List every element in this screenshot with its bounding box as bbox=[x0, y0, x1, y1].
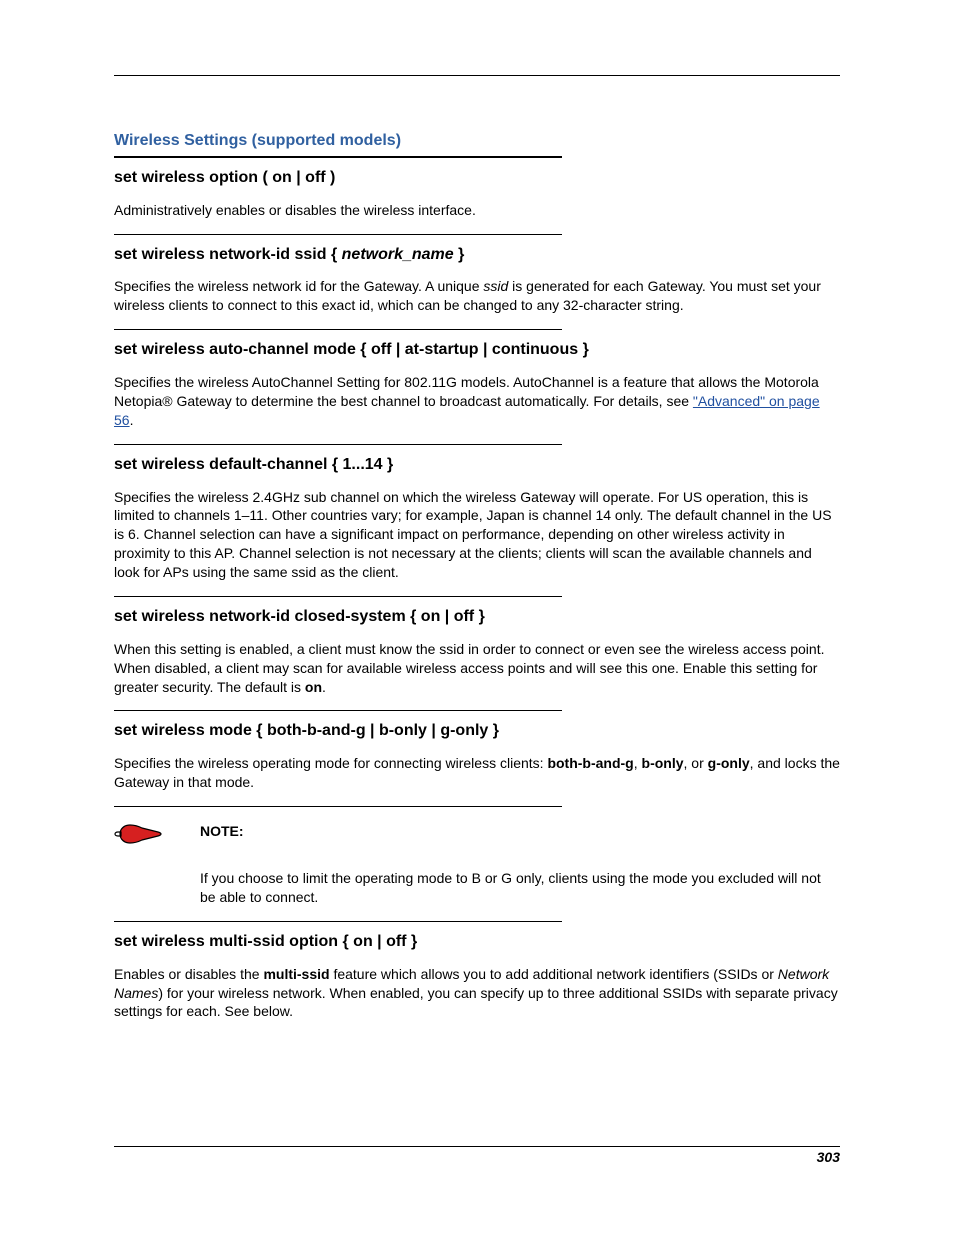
body-text-span: . bbox=[322, 679, 326, 695]
command-heading: set wireless network-id ssid { network_n… bbox=[114, 245, 840, 266]
command-heading: set wireless option ( on | off ) bbox=[114, 168, 840, 189]
heading-text: set wireless network-id closed-system { … bbox=[114, 608, 485, 625]
body-text-span: , or bbox=[684, 755, 708, 771]
heading-text: set wireless mode { both-b-and-g | b-onl… bbox=[114, 722, 499, 739]
body-text-span: ) for your wireless network. When enable… bbox=[114, 985, 838, 1020]
note-label: NOTE: bbox=[200, 823, 840, 839]
body-text-span: b-only bbox=[642, 755, 684, 771]
body-text-span: multi-ssid bbox=[263, 966, 329, 982]
heading-text: set wireless auto-channel mode { off | a… bbox=[114, 341, 589, 358]
body-text-span: Specifies the wireless network id for th… bbox=[114, 278, 483, 294]
command-heading: set wireless auto-channel mode { off | a… bbox=[114, 340, 840, 361]
heading-text: network_name bbox=[342, 246, 454, 263]
command-heading: set wireless mode { both-b-and-g | b-onl… bbox=[114, 721, 840, 742]
body-text-span: Enables or disables the bbox=[114, 966, 263, 982]
divider bbox=[114, 234, 562, 235]
command-heading: set wireless multi-ssid option { on | of… bbox=[114, 932, 840, 953]
divider bbox=[114, 596, 562, 597]
page-footer: 303 bbox=[114, 1146, 840, 1165]
pointing-hand-icon bbox=[114, 819, 168, 854]
body-text: Specifies the wireless AutoChannel Setti… bbox=[114, 373, 840, 430]
body-text: Enables or disables the multi-ssid featu… bbox=[114, 965, 840, 1022]
items-container: set wireless option ( on | off ) Administ… bbox=[114, 168, 840, 792]
body-text-span: ssid bbox=[483, 278, 508, 294]
footer-rule bbox=[114, 1146, 840, 1147]
heading-text: set wireless default-channel { 1...14 } bbox=[114, 456, 393, 473]
header-rule bbox=[114, 75, 840, 76]
body-text-span: Specifies the wireless 2.4GHz sub channe… bbox=[114, 489, 832, 581]
body-text-span: on bbox=[305, 679, 322, 695]
body-text-span: g-only bbox=[708, 755, 750, 771]
body-text: Specifies the wireless network id for th… bbox=[114, 277, 840, 315]
body-text: Administratively enables or disables the… bbox=[114, 201, 840, 220]
divider bbox=[114, 710, 562, 711]
divider bbox=[114, 806, 562, 807]
body-text-span: . bbox=[130, 412, 134, 428]
body-text-span: , bbox=[634, 755, 642, 771]
after-note-section: set wireless multi-ssid option { on | of… bbox=[114, 932, 840, 1021]
command-heading: set wireless network-id closed-system { … bbox=[114, 607, 840, 628]
divider bbox=[114, 329, 562, 330]
body-text-span: feature which allows you to add addition… bbox=[330, 966, 778, 982]
divider bbox=[114, 444, 562, 445]
divider bbox=[114, 156, 562, 158]
note-text: If you choose to limit the operating mod… bbox=[200, 869, 840, 907]
body-text: Specifies the wireless 2.4GHz sub channe… bbox=[114, 488, 840, 582]
body-text-span: both-b-and-g bbox=[547, 755, 633, 771]
note-content: NOTE: If you choose to limit the operati… bbox=[200, 817, 840, 907]
body-text: When this setting is enabled, a client m… bbox=[114, 640, 840, 697]
document-page: Wireless Settings (supported models) set… bbox=[0, 0, 954, 1063]
divider bbox=[114, 921, 562, 922]
section-title: Wireless Settings (supported models) bbox=[114, 132, 840, 150]
heading-text: set wireless multi-ssid option { on | of… bbox=[114, 933, 417, 950]
body-text-span: Specifies the wireless operating mode fo… bbox=[114, 755, 547, 771]
heading-text: set wireless option ( on | off ) bbox=[114, 169, 335, 186]
body-text-span: Administratively enables or disables the… bbox=[114, 202, 476, 218]
heading-text: set wireless network-id ssid { bbox=[114, 246, 342, 263]
note-block: NOTE: If you choose to limit the operati… bbox=[114, 817, 840, 907]
heading-text: } bbox=[454, 246, 465, 263]
body-text: Specifies the wireless operating mode fo… bbox=[114, 754, 840, 792]
page-number: 303 bbox=[114, 1149, 840, 1165]
command-heading: set wireless default-channel { 1...14 } bbox=[114, 455, 840, 476]
body-text-span: When this setting is enabled, a client m… bbox=[114, 641, 824, 695]
